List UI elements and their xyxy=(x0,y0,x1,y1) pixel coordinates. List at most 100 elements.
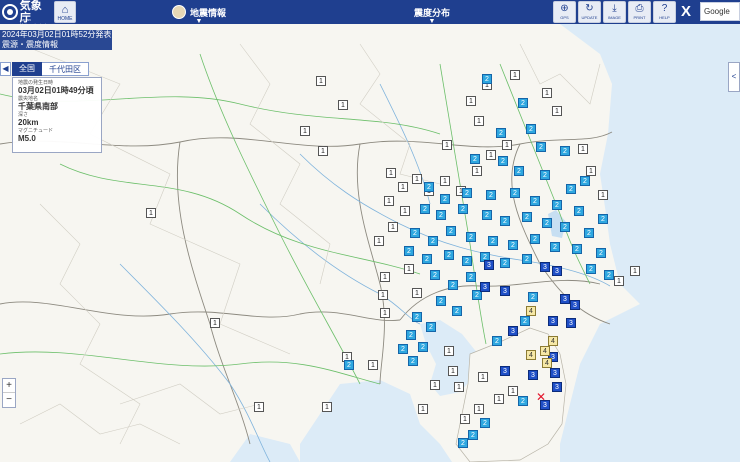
intensity-1-marker[interactable]: 1 xyxy=(418,404,428,414)
intensity-2-marker[interactable]: 2 xyxy=(560,222,570,232)
intensity-1-marker[interactable]: 1 xyxy=(486,150,496,160)
jma-logo[interactable]: 気象庁 Japan Meteorological Agency xyxy=(2,0,52,32)
intensity-1-marker[interactable]: 1 xyxy=(146,208,156,218)
collapse-panel-button[interactable]: ◀ xyxy=(0,62,11,76)
intensity-2-marker[interactable]: 2 xyxy=(566,184,576,194)
intensity-1-marker[interactable]: 1 xyxy=(442,140,452,150)
right-panel-toggle[interactable]: < xyxy=(728,62,740,92)
intensity-1-marker[interactable]: 1 xyxy=(400,206,410,216)
update-button[interactable]: ↻ UPDATE xyxy=(578,1,601,23)
intensity-2-marker[interactable]: 2 xyxy=(604,270,614,280)
intensity-1-marker[interactable]: 1 xyxy=(508,386,518,396)
intensity-1-marker[interactable]: 1 xyxy=(386,168,396,178)
intensity-2-marker[interactable]: 2 xyxy=(406,330,416,340)
intensity-1-marker[interactable]: 1 xyxy=(478,372,488,382)
intensity-2-marker[interactable]: 2 xyxy=(536,142,546,152)
intensity-2-marker[interactable]: 2 xyxy=(552,200,562,210)
intensity-2-marker[interactable]: 2 xyxy=(574,206,584,216)
quake-info-menu[interactable]: 地震情報 ▼ xyxy=(172,2,226,25)
intensity-2-marker[interactable]: 2 xyxy=(596,248,606,258)
intensity-1-marker[interactable]: 1 xyxy=(448,366,458,376)
intensity-distribution-menu[interactable]: 震度分布 ▼ xyxy=(414,2,450,26)
intensity-1-marker[interactable]: 1 xyxy=(380,308,390,318)
intensity-2-marker[interactable]: 2 xyxy=(528,292,538,302)
intensity-1-marker[interactable]: 1 xyxy=(368,360,378,370)
intensity-2-marker[interactable]: 2 xyxy=(526,124,536,134)
x-share-button[interactable]: X xyxy=(676,2,696,22)
tab-all-japan[interactable]: 全国 xyxy=(12,62,42,76)
intensity-1-marker[interactable]: 1 xyxy=(378,290,388,300)
intensity-2-marker[interactable]: 2 xyxy=(426,322,436,332)
intensity-3-marker[interactable]: 3 xyxy=(552,266,562,276)
intensity-1-marker[interactable]: 1 xyxy=(586,166,596,176)
intensity-2-marker[interactable]: 2 xyxy=(584,228,594,238)
intensity-2-marker[interactable]: 2 xyxy=(468,430,478,440)
intensity-3-marker[interactable]: 3 xyxy=(552,382,562,392)
intensity-4-marker[interactable]: 4 xyxy=(526,306,536,316)
tab-chiyoda[interactable]: 千代田区 xyxy=(42,62,89,76)
intensity-2-marker[interactable]: 2 xyxy=(522,254,532,264)
intensity-2-marker[interactable]: 2 xyxy=(488,236,498,246)
image-button[interactable]: ⤓ IMAGE xyxy=(603,1,626,23)
intensity-2-marker[interactable]: 2 xyxy=(436,296,446,306)
intensity-3-marker[interactable]: 3 xyxy=(500,286,510,296)
intensity-2-marker[interactable]: 2 xyxy=(440,194,450,204)
intensity-2-marker[interactable]: 2 xyxy=(410,228,420,238)
intensity-2-marker[interactable]: 2 xyxy=(462,256,472,266)
intensity-3-marker[interactable]: 3 xyxy=(570,300,580,310)
intensity-1-marker[interactable]: 1 xyxy=(460,414,470,424)
intensity-1-marker[interactable]: 1 xyxy=(412,288,422,298)
print-button[interactable]: ⎙ PRINT xyxy=(628,1,651,23)
intensity-4-marker[interactable]: 4 xyxy=(542,358,552,368)
intensity-2-marker[interactable]: 2 xyxy=(530,234,540,244)
intensity-2-marker[interactable]: 2 xyxy=(430,270,440,280)
intensity-2-marker[interactable]: 2 xyxy=(560,146,570,156)
intensity-2-marker[interactable]: 2 xyxy=(446,226,456,236)
intensity-2-marker[interactable]: 2 xyxy=(518,98,528,108)
intensity-4-marker[interactable]: 4 xyxy=(526,350,536,360)
intensity-2-marker[interactable]: 2 xyxy=(508,240,518,250)
google-translate-button[interactable]: Google xyxy=(700,2,740,21)
intensity-1-marker[interactable]: 1 xyxy=(510,70,520,80)
intensity-1-marker[interactable]: 1 xyxy=(494,394,504,404)
intensity-3-marker[interactable]: 3 xyxy=(480,282,490,292)
intensity-3-marker[interactable]: 3 xyxy=(484,260,494,270)
intensity-1-marker[interactable]: 1 xyxy=(210,318,220,328)
zoom-out-button[interactable]: − xyxy=(3,393,15,407)
gps-button[interactable]: ⊕ GPS xyxy=(553,1,576,23)
intensity-2-marker[interactable]: 2 xyxy=(344,360,354,370)
intensity-1-marker[interactable]: 1 xyxy=(598,190,608,200)
intensity-2-marker[interactable]: 2 xyxy=(482,210,492,220)
intensity-2-marker[interactable]: 2 xyxy=(458,438,468,448)
intensity-1-marker[interactable]: 1 xyxy=(412,174,422,184)
intensity-1-marker[interactable]: 1 xyxy=(380,272,390,282)
intensity-1-marker[interactable]: 1 xyxy=(444,346,454,356)
intensity-2-marker[interactable]: 2 xyxy=(412,312,422,322)
intensity-1-marker[interactable]: 1 xyxy=(474,116,484,126)
intensity-3-marker[interactable]: 3 xyxy=(566,318,576,328)
intensity-2-marker[interactable]: 2 xyxy=(498,156,508,166)
intensity-1-marker[interactable]: 1 xyxy=(374,236,384,246)
intensity-2-marker[interactable]: 2 xyxy=(514,166,524,176)
intensity-1-marker[interactable]: 1 xyxy=(398,182,408,192)
intensity-2-marker[interactable]: 2 xyxy=(458,204,468,214)
intensity-2-marker[interactable]: 2 xyxy=(510,188,520,198)
intensity-2-marker[interactable]: 2 xyxy=(492,336,502,346)
intensity-1-marker[interactable]: 1 xyxy=(322,402,332,412)
intensity-3-marker[interactable]: 3 xyxy=(528,370,538,380)
intensity-3-marker[interactable]: 3 xyxy=(560,294,570,304)
intensity-1-marker[interactable]: 1 xyxy=(316,76,326,86)
intensity-1-marker[interactable]: 1 xyxy=(472,166,482,176)
intensity-1-marker[interactable]: 1 xyxy=(474,404,484,414)
intensity-2-marker[interactable]: 2 xyxy=(572,244,582,254)
intensity-2-marker[interactable]: 2 xyxy=(408,356,418,366)
intensity-2-marker[interactable]: 2 xyxy=(520,316,530,326)
intensity-2-marker[interactable]: 2 xyxy=(428,236,438,246)
intensity-2-marker[interactable]: 2 xyxy=(404,246,414,256)
intensity-2-marker[interactable]: 2 xyxy=(466,272,476,282)
intensity-2-marker[interactable]: 2 xyxy=(422,254,432,264)
intensity-1-marker[interactable]: 1 xyxy=(466,96,476,106)
intensity-2-marker[interactable]: 2 xyxy=(486,190,496,200)
intensity-1-marker[interactable]: 1 xyxy=(388,222,398,232)
intensity-2-marker[interactable]: 2 xyxy=(436,210,446,220)
